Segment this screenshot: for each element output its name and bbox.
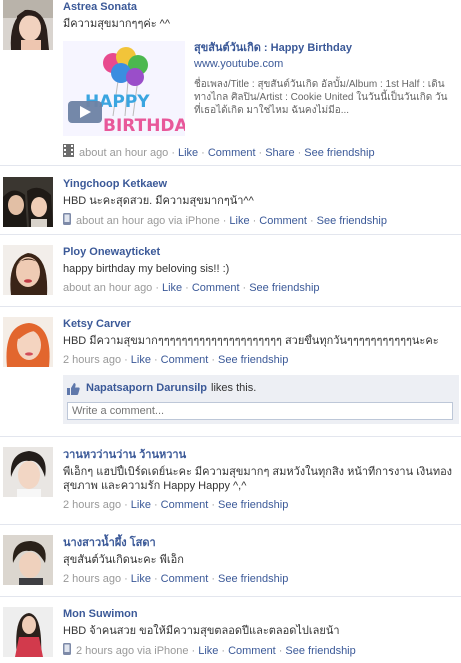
see-friendship-link[interactable]: See friendship — [218, 353, 288, 367]
avatar[interactable] — [3, 535, 53, 585]
post-author[interactable]: วานหวว่านว่าน ว้านหวาน — [63, 448, 457, 462]
avatar[interactable] — [3, 177, 53, 227]
post-meta: about an hour ago · Like · Comment · Share … — [63, 144, 457, 161]
likes-and-comments-box: Napatsaporn Darunsilp likes this. — [63, 375, 459, 424]
avatar[interactable] — [3, 0, 53, 50]
comment-link[interactable]: Comment — [228, 644, 276, 658]
wall-post: Ploy Onewayticket happy birthday my belo… — [0, 235, 461, 307]
see-friendship-link[interactable]: See friendship — [218, 498, 288, 512]
post-author[interactable]: Ketsy Carver — [63, 317, 457, 331]
like-link[interactable]: Like — [131, 498, 151, 512]
post-meta: about an hour ago via iPhone · Like · Comm… — [63, 213, 457, 229]
video-film-icon — [63, 144, 74, 161]
post-meta: 2 hours ago via iPhone · Like · Comment · S… — [63, 643, 457, 659]
comment-input[interactable] — [67, 402, 453, 420]
play-icon[interactable] — [68, 101, 102, 123]
svg-text:BIRTHDAY: BIRTHDAY — [103, 116, 185, 136]
see-friendship-link[interactable]: See friendship — [285, 644, 355, 658]
see-friendship-link[interactable]: See friendship — [249, 281, 319, 295]
wall-post: นางสาวน้ำผึ้ง โสดา สุขสันต์วันเกิดนะคะ พ… — [0, 525, 461, 597]
avatar[interactable] — [3, 447, 53, 497]
see-friendship-link[interactable]: See friendship — [304, 146, 374, 160]
mobile-phone-icon — [63, 213, 71, 229]
post-message: happy birthday my beloving sis!! :) — [63, 263, 230, 275]
post-message: HBD มีความสุขมากๆๆๆๆๆๆๆๆๆๆๆๆๆๆๆๆๆๆๆๆๆ สว… — [63, 335, 439, 347]
post-meta: about an hour ago · Like · Comment · See fr… — [63, 281, 320, 295]
avatar[interactable] — [3, 245, 53, 295]
video-thumbnail[interactable]: HAPPY BIRTHDAY — [63, 41, 185, 136]
attachment-title[interactable]: สุขสันต์วันเกิด : Happy Birthday — [194, 41, 454, 55]
share-link[interactable]: Share — [265, 146, 294, 160]
post-meta: 2 hours ago · Like · Comment · See friendsh… — [63, 353, 289, 367]
wall-post: Astrea Sonata มีความสุขมากๆๆค่ะ ^^ HAPPY… — [0, 0, 461, 166]
see-friendship-link[interactable]: See friendship — [218, 572, 288, 586]
comment-link[interactable]: Comment — [161, 498, 209, 512]
post-message: พี่เอ็กๆ แฮปปี้เบิร์ดเดย์นะคะ มีความสุขม… — [63, 466, 453, 492]
comment-link[interactable]: Comment — [192, 281, 240, 295]
post-meta: 2 hours ago · Like · Comment · See friendsh… — [63, 572, 289, 586]
likes-summary: Napatsaporn Darunsilp likes this. — [67, 380, 455, 396]
post-message: HBD นะคะสุดสวย. มีความสุขมากๆน้า^^ — [63, 195, 254, 207]
post-author[interactable]: นางสาวน้ำผึ้ง โสดา — [63, 536, 457, 550]
like-link[interactable]: Like — [131, 572, 151, 586]
comment-link[interactable]: Comment — [208, 146, 256, 160]
post-timestamp[interactable]: 2 hours ago — [63, 572, 121, 586]
comment-link[interactable]: Comment — [161, 353, 209, 367]
like-link[interactable]: Like — [229, 214, 249, 228]
thumbs-up-icon — [67, 382, 80, 395]
post-author[interactable]: Astrea Sonata — [63, 0, 457, 14]
see-friendship-link[interactable]: See friendship — [317, 214, 387, 228]
liker-name[interactable]: Napatsaporn Darunsilp — [86, 382, 207, 394]
avatar[interactable] — [3, 607, 53, 657]
post-message: สุขสันต์วันเกิดนะคะ พี่เอ็ก — [63, 554, 184, 566]
like-link[interactable]: Like — [162, 281, 182, 295]
post-message: มีความสุขมากๆๆค่ะ ^^ — [63, 18, 170, 30]
post-author[interactable]: Yingchoop Ketkaew — [63, 177, 457, 191]
comment-link[interactable]: Comment — [259, 214, 307, 228]
like-link[interactable]: Like — [198, 644, 218, 658]
attachment-description: ชื่อเพลง/Title : สุขสันต์วันเกิด อัลบั้ม… — [194, 79, 448, 116]
post-timestamp[interactable]: about an hour ago — [79, 146, 168, 160]
post-author[interactable]: Ploy Onewayticket — [63, 245, 457, 259]
wall-post: วานหวว่านว่าน ว้านหวาน พี่เอ็กๆ แฮปปี้เบ… — [0, 437, 461, 525]
wall-post: Mon Suwimon HBD จ้าคนสวย ขอให้มีความสุขต… — [0, 597, 461, 663]
attachment-url[interactable]: www.youtube.com — [194, 57, 454, 71]
like-link[interactable]: Like — [131, 353, 151, 367]
post-meta: 2 hours ago · Like · Comment · See friendsh… — [63, 498, 289, 512]
post-timestamp[interactable]: 2 hours ago — [63, 353, 121, 367]
post-timestamp[interactable]: about an hour ago — [63, 281, 152, 295]
wall-post: Yingchoop Ketkaew HBD นะคะสุดสวย. มีความ… — [0, 166, 461, 235]
likes-text: likes this. — [211, 382, 257, 394]
shared-link-attachment[interactable]: HAPPY BIRTHDAY สุขสันต์วันเกิด : Happy B… — [63, 41, 457, 136]
post-timestamp[interactable]: 2 hours ago via iPhone — [76, 644, 189, 658]
wall-post: Ketsy Carver HBD มีความสุขมากๆๆๆๆๆๆๆๆๆๆๆ… — [0, 307, 461, 437]
post-timestamp[interactable]: 2 hours ago — [63, 498, 121, 512]
post-author[interactable]: Mon Suwimon — [63, 607, 457, 621]
like-link[interactable]: Like — [178, 146, 198, 160]
post-timestamp[interactable]: about an hour ago via iPhone — [76, 214, 220, 228]
news-feed: Astrea Sonata มีความสุขมากๆๆค่ะ ^^ HAPPY… — [0, 0, 461, 663]
mobile-phone-icon — [63, 643, 71, 659]
avatar[interactable] — [3, 317, 53, 367]
comment-link[interactable]: Comment — [161, 572, 209, 586]
post-message: HBD จ้าคนสวย ขอให้มีความสุขตลอดปีและตลอด… — [63, 625, 340, 637]
